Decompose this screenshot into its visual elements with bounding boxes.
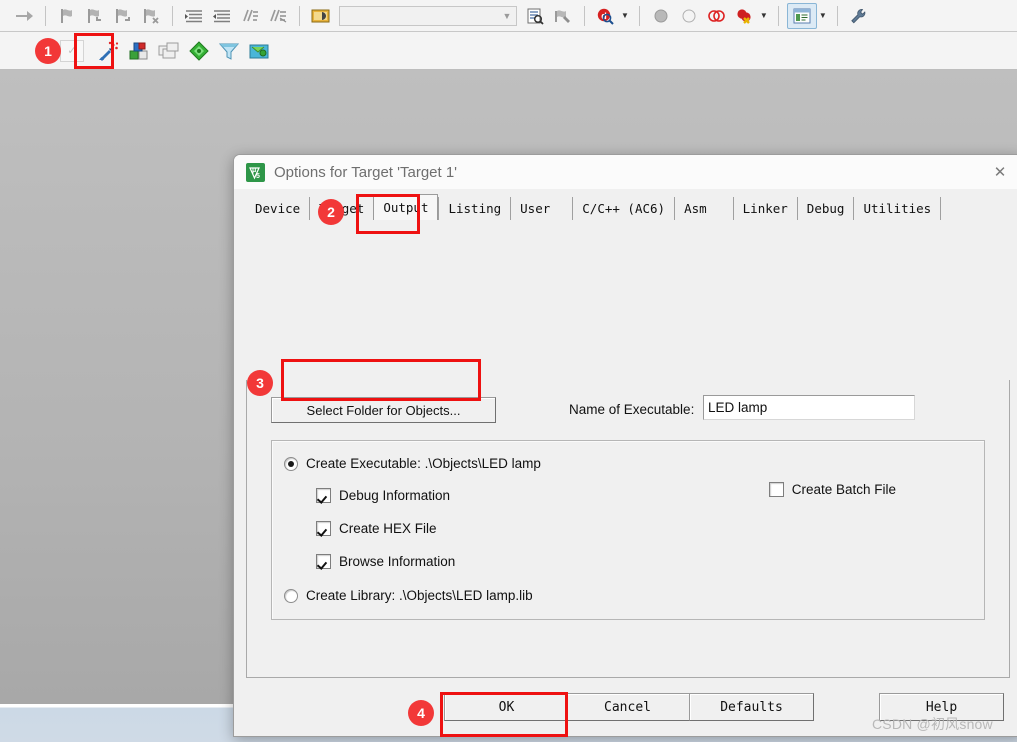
build-target-selector[interactable]: ✓: [60, 39, 84, 62]
separator: [172, 5, 173, 26]
indent-icon[interactable]: [181, 3, 207, 29]
bookmark-toggle-icon[interactable]: [54, 3, 80, 29]
breakpoint-icon[interactable]: [648, 3, 674, 29]
configure-tools-icon[interactable]: [846, 3, 872, 29]
tab-output[interactable]: Output: [373, 194, 439, 220]
create-executable-option[interactable]: Create Executable: .\Objects\LED lamp: [284, 456, 541, 471]
debug-information-option[interactable]: Debug Information: [316, 488, 450, 503]
create-batch-file-option[interactable]: Create Batch File: [768, 482, 896, 497]
create-library-label: Create Library: .\Objects\LED lamp.lib: [306, 588, 533, 603]
output-options-group: Create Executable: .\Objects\LED lamp De…: [271, 440, 985, 620]
open-file-icon[interactable]: [308, 3, 334, 29]
debug-information-label: Debug Information: [339, 488, 451, 503]
tab-device[interactable]: Device: [246, 197, 310, 220]
close-icon[interactable]: ✕: [978, 155, 1017, 189]
manage-project-items-icon[interactable]: [125, 38, 153, 64]
create-executable-radio[interactable]: [284, 456, 298, 471]
breakpoint-kill-all-icon[interactable]: [732, 3, 758, 29]
tab-c-cpp[interactable]: C/C++ (AC6): [572, 197, 675, 220]
create-hex-file-label: Create HEX File: [339, 521, 437, 536]
bookmark-prev-icon[interactable]: [82, 3, 108, 29]
create-executable-label: Create Executable: .\Objects\LED lamp: [306, 456, 541, 471]
tab-utilities[interactable]: Utilities: [853, 197, 941, 220]
tab-listing[interactable]: Listing: [438, 197, 511, 220]
bookmark-next-icon[interactable]: [110, 3, 136, 29]
name-of-executable-label: Name of Executable:: [569, 402, 695, 417]
create-hex-file-checkbox[interactable]: [316, 521, 331, 536]
tab-asm[interactable]: Asm: [674, 197, 733, 220]
create-hex-file-option[interactable]: Create HEX File: [316, 521, 437, 536]
separator: [584, 5, 585, 26]
browse-information-checkbox[interactable]: [316, 554, 331, 569]
window-manager-dropdown-icon[interactable]: ▼: [819, 11, 827, 20]
separator: [836, 5, 838, 26]
select-folder-for-objects-button[interactable]: Select Folder for Objects...: [271, 397, 496, 423]
bookmark-tool-icon[interactable]: [550, 3, 576, 29]
tab-user[interactable]: User: [510, 197, 573, 220]
create-library-option[interactable]: Create Library: .\Objects\LED lamp.lib: [284, 588, 533, 603]
name-of-executable-input[interactable]: LED lamp: [703, 395, 915, 420]
quick-find-icon[interactable]: d: [593, 3, 619, 29]
window-manager-icon[interactable]: [786, 2, 817, 29]
separator: [777, 5, 779, 26]
cancel-button[interactable]: Cancel: [565, 693, 690, 721]
manage-run-env-icon[interactable]: [245, 38, 273, 64]
target-options-icon[interactable]: [93, 37, 123, 65]
tab-strip: Device Target Output Listing User C/C++ …: [246, 194, 1017, 220]
annotation-badge-1: 1: [35, 38, 61, 64]
chevron-down-icon: ▼: [502, 10, 512, 21]
annotation-badge-2: 2: [318, 199, 344, 225]
step-out-arrow-icon[interactable]: [11, 3, 37, 29]
browse-information-label: Browse Information: [339, 554, 456, 569]
output-tab-panel: Select Folder for Objects... Name of Exe…: [246, 380, 1010, 678]
tab-linker[interactable]: Linker: [732, 197, 797, 220]
search-combo[interactable]: ▼: [339, 5, 517, 26]
toolbar-row-1: ▼ d ▼ ▼ ▼: [0, 0, 1017, 32]
separator: [299, 5, 300, 26]
breakpoint-disable-icon[interactable]: [676, 3, 702, 29]
debug-information-checkbox[interactable]: [316, 488, 331, 503]
separator: [45, 5, 46, 26]
outdent-icon[interactable]: [209, 3, 235, 29]
create-batch-file-checkbox[interactable]: [768, 482, 784, 497]
find-in-files-icon[interactable]: [522, 3, 548, 29]
browse-information-option[interactable]: Browse Information: [316, 554, 455, 569]
annotation-badge-3: 3: [247, 370, 273, 396]
breakpoint-disable-all-icon[interactable]: [704, 3, 730, 29]
green-diamond-icon[interactable]: [185, 38, 213, 64]
uncomment-icon[interactable]: [265, 3, 291, 29]
screen-root: ▼ d ▼ ▼ ▼ ✓ μ 5 Options for Target 'Targ…: [0, 0, 1017, 742]
dialog-title-bar[interactable]: μ 5 Options for Target 'Target 1' ✕: [234, 155, 1017, 189]
create-batch-file-label: Create Batch File: [791, 482, 896, 497]
toolbar-row-2: ✓: [0, 32, 1017, 70]
ok-button[interactable]: OK: [444, 693, 569, 721]
tab-strip-end: [940, 197, 1017, 220]
pack-installer-icon[interactable]: [215, 38, 243, 64]
breakpoint-dropdown-icon[interactable]: ▼: [760, 11, 768, 20]
keil-uvision-icon: μ 5: [246, 162, 265, 182]
manage-multi-project-icon[interactable]: [155, 38, 183, 64]
separator: [638, 5, 640, 26]
options-for-target-dialog: μ 5 Options for Target 'Target 1' ✕ Devi…: [233, 154, 1017, 737]
create-library-radio[interactable]: [284, 588, 298, 603]
comment-icon[interactable]: [237, 3, 263, 29]
annotation-badge-4: 4: [408, 700, 434, 726]
quick-find-dropdown-icon[interactable]: ▼: [621, 11, 629, 20]
bookmark-clear-icon[interactable]: [138, 3, 164, 29]
dialog-title: Options for Target 'Target 1': [274, 163, 458, 181]
tab-debug[interactable]: Debug: [796, 197, 854, 220]
defaults-button[interactable]: Defaults: [689, 693, 814, 721]
watermark: CSDN @初风snow: [872, 716, 993, 732]
